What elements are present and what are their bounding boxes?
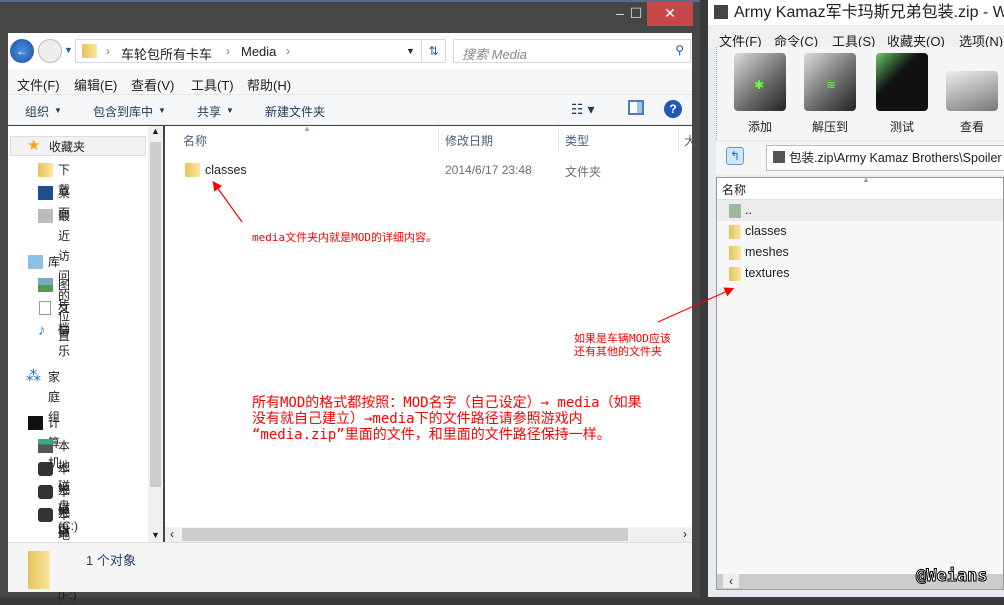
annotation-arrows [212,181,735,323]
annotation-vehicle-note: 如果是车辆MOD应该 还有其他的文件夹 [574,332,671,358]
arrow-to-textures [657,287,735,323]
annotation-format-note: 所有MOD的格式都按照：MOD名字（自己设定）→ media（如果 没有就自己建立… [252,395,642,443]
annotation-media-note: media文件夹内就是MOD的详细内容。 [252,231,437,244]
arrow-to-classes [212,181,243,223]
watermark: @Weians [916,566,989,587]
